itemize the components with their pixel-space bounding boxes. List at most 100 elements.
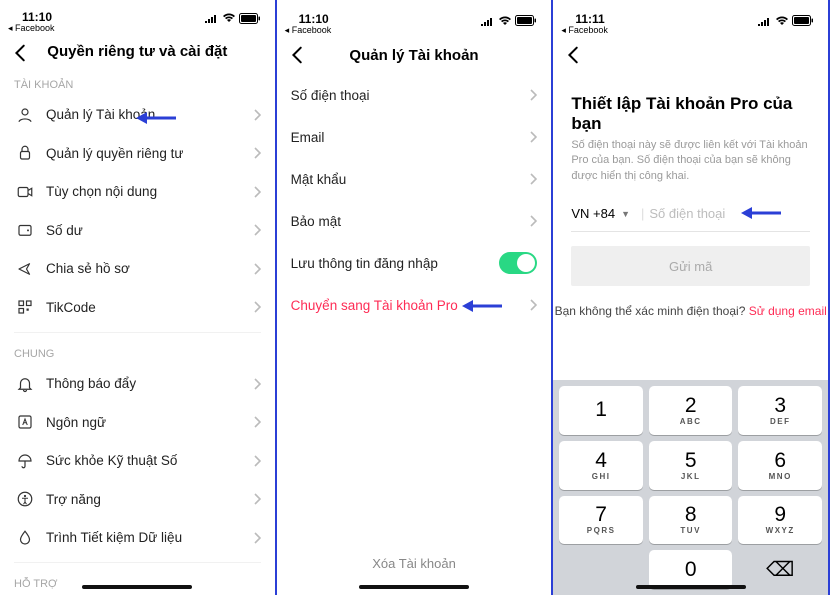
chevron-right-icon: [253, 493, 261, 505]
row-push[interactable]: Thông báo đẩy: [0, 365, 275, 404]
delete-account[interactable]: Xóa Tài khoản: [277, 556, 552, 571]
back-to-app[interactable]: Facebook: [277, 25, 552, 36]
header: [553, 36, 828, 74]
row-data-saver[interactable]: Trình Tiết kiệm Dữ liệu: [0, 519, 275, 558]
row-label: Tùy chọn nội dung: [46, 184, 253, 199]
row-label: Số điện thoại: [291, 88, 530, 103]
caret-down-icon: ▼: [621, 209, 630, 219]
phone-input-row[interactable]: VN +84 ▼ | Số điện thoại: [571, 206, 810, 232]
screen-privacy-settings: 11:10 Facebook Quyền riêng tư và cài đặt…: [0, 0, 277, 595]
key-2[interactable]: 2ABC: [649, 386, 733, 435]
divider: [14, 332, 261, 333]
row-balance[interactable]: Số dư: [0, 211, 275, 250]
chevron-right-icon: [253, 224, 261, 236]
section-general: CHUNG: [0, 338, 275, 365]
row-security[interactable]: Bảo mật: [277, 200, 552, 242]
key-5[interactable]: 5JKL: [649, 441, 733, 490]
back-icon[interactable]: [287, 44, 309, 66]
screen-manage-account: 11:10 Facebook Quản lý Tài khoản Số điện…: [277, 0, 554, 595]
row-accessibility[interactable]: Trợ năng: [0, 480, 275, 519]
accessibility-icon: [14, 488, 36, 510]
row-phone[interactable]: Số điện thoại: [277, 74, 552, 116]
chevron-right-icon: [529, 173, 537, 185]
row-email[interactable]: Email: [277, 116, 552, 158]
cant-verify-text: Bạn không thể xác minh điện thoại? Sử dụ…: [553, 304, 828, 318]
key-1[interactable]: 1: [559, 386, 643, 435]
annotation-arrow: [462, 299, 502, 313]
row-label: Quản lý quyền riêng tư: [46, 146, 253, 161]
row-manage-account[interactable]: Quản lý Tài khoản: [0, 96, 275, 135]
key-backspace[interactable]: ⌫: [738, 550, 822, 589]
row-tikcode[interactable]: TikCode: [0, 288, 275, 327]
back-icon[interactable]: [563, 44, 585, 66]
row-label: Email: [291, 130, 530, 145]
row-wellbeing[interactable]: Sức khỏe Kỹ thuật Số: [0, 442, 275, 481]
section-support: HỖ TRỢ: [0, 568, 275, 595]
status-bar: 11:10: [277, 0, 552, 26]
row-share[interactable]: Chia sẻ hồ sơ: [0, 250, 275, 289]
chevron-right-icon: [253, 263, 261, 275]
annotation-arrow: [741, 206, 781, 220]
row-label: Sức khỏe Kỹ thuật Số: [46, 453, 253, 468]
numeric-keypad: 1 2ABC 3DEF 4GHI 5JKL 6MNO 7PQRS 8TUV 9W…: [553, 380, 828, 595]
row-label: Trợ năng: [46, 492, 253, 507]
chevron-right-icon: [253, 532, 261, 544]
row-language[interactable]: Ngôn ngữ: [0, 403, 275, 442]
person-icon: [14, 104, 36, 126]
key-9[interactable]: 9WXYZ: [738, 496, 822, 545]
divider: [14, 562, 261, 563]
row-label: Trình Tiết kiệm Dữ liệu: [46, 530, 253, 545]
chevron-right-icon: [253, 147, 261, 159]
key-blank: [559, 550, 643, 589]
back-icon[interactable]: [10, 42, 32, 64]
chevron-right-icon: [529, 131, 537, 143]
status-time: 11:11: [575, 12, 604, 26]
chevron-right-icon: [529, 299, 537, 311]
chevron-right-icon: [253, 186, 261, 198]
toggle-on[interactable]: [499, 252, 537, 274]
key-8[interactable]: 8TUV: [649, 496, 733, 545]
share-icon: [14, 258, 36, 280]
send-code-button[interactable]: Gửi mã: [571, 246, 810, 286]
row-save-login[interactable]: Lưu thông tin đăng nhập: [277, 242, 552, 284]
phone-placeholder[interactable]: Số điện thoại: [649, 206, 725, 221]
drop-icon: [14, 527, 36, 549]
home-indicator[interactable]: [636, 585, 746, 589]
row-password[interactable]: Mật khẩu: [277, 158, 552, 200]
row-label: TikCode: [46, 300, 253, 315]
key-0[interactable]: 0: [649, 550, 733, 589]
setup-title: Thiết lập Tài khoản Pro của bạn: [553, 74, 828, 134]
bell-icon: [14, 373, 36, 395]
status-time: 11:10: [22, 10, 52, 24]
section-account: TÀI KHOẢN: [0, 69, 275, 96]
key-3[interactable]: 3DEF: [738, 386, 822, 435]
header: Quyền riêng tư và cài đặt: [0, 34, 275, 69]
key-4[interactable]: 4GHI: [559, 441, 643, 490]
use-email-link[interactable]: Sử dụng email: [749, 304, 827, 318]
key-7[interactable]: 7PQRS: [559, 496, 643, 545]
header: Quản lý Tài khoản: [277, 36, 552, 74]
setup-subtitle: Số điện thoại này sẽ được liên kết với T…: [553, 134, 828, 184]
video-icon: [14, 181, 36, 203]
back-to-app[interactable]: Facebook: [0, 23, 275, 34]
back-to-app[interactable]: Facebook: [553, 25, 828, 36]
chevron-right-icon: [253, 455, 261, 467]
page-title: Quyền riêng tư và cài đặt: [47, 43, 227, 60]
row-label: Lưu thông tin đăng nhập: [291, 256, 500, 271]
screen-pro-setup: 11:11 Facebook Thiết lập Tài khoản Pro c…: [553, 0, 830, 595]
home-indicator[interactable]: [359, 585, 469, 589]
chevron-right-icon: [253, 416, 261, 428]
lock-icon: [14, 142, 36, 164]
key-6[interactable]: 6MNO: [738, 441, 822, 490]
row-privacy[interactable]: Quản lý quyền riêng tư: [0, 134, 275, 173]
row-label: Số dư: [46, 223, 253, 238]
row-switch-pro[interactable]: Chuyển sang Tài khoản Pro: [277, 284, 552, 326]
annotation-arrow: [136, 111, 176, 125]
status-bar: 11:11: [553, 0, 828, 26]
status-time: 11:10: [299, 12, 329, 26]
page-title: Quản lý Tài khoản: [349, 47, 478, 64]
country-code[interactable]: VN +84: [571, 206, 615, 221]
home-indicator[interactable]: [82, 585, 192, 589]
umbrella-icon: [14, 450, 36, 472]
row-content[interactable]: Tùy chọn nội dung: [0, 173, 275, 212]
